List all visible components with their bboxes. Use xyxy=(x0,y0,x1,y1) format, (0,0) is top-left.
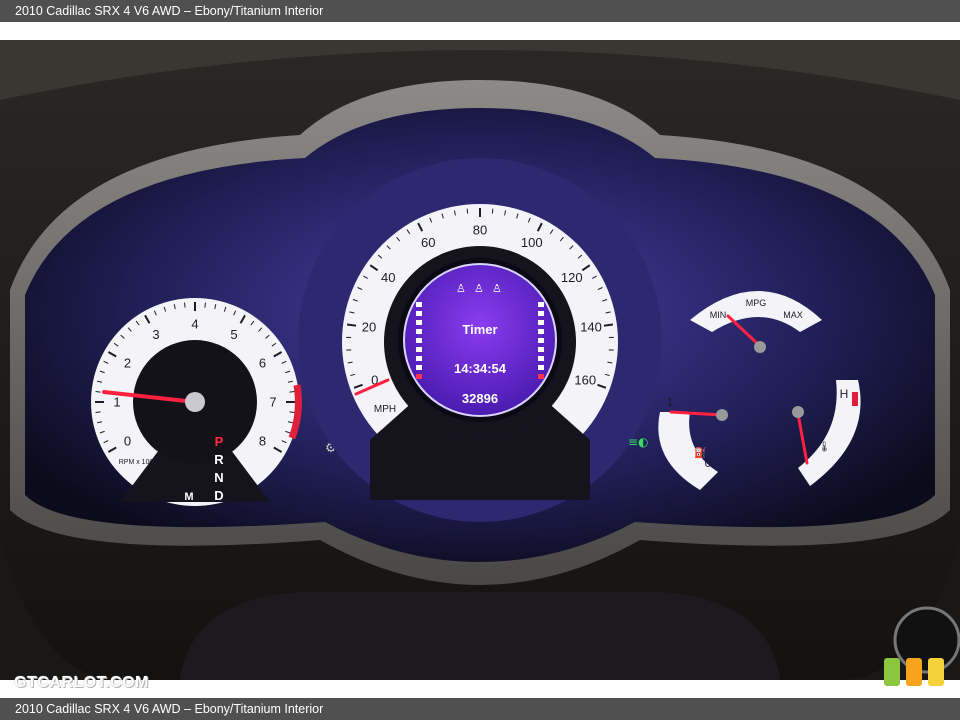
tach-unit-label: RPM x 1000 xyxy=(119,459,158,466)
tach-tick xyxy=(289,411,295,413)
gear-m-label: M xyxy=(184,491,193,503)
engine-start-button xyxy=(893,606,960,674)
coolant-temp-icon: 🌡 xyxy=(818,441,831,453)
lcd-gauge-bar xyxy=(538,338,544,343)
badge-yellow xyxy=(928,658,944,686)
lcd-gauge-bar xyxy=(416,356,422,361)
seatbelt-icon: ♙ xyxy=(492,282,502,295)
gear-n-label: N xyxy=(214,470,223,485)
lcd-gauge-bar xyxy=(416,311,422,316)
speed-tick xyxy=(603,323,613,327)
tach-tick xyxy=(204,302,206,308)
display-odometer: 32896 xyxy=(462,391,498,406)
mpg-max-label: MAX xyxy=(783,310,803,320)
mpg-hub xyxy=(754,341,766,353)
lcd-gauge-bar xyxy=(416,320,422,325)
lcd-gauge-bar xyxy=(416,347,422,352)
lcd-gauge-bar xyxy=(538,347,544,352)
tach-number-7: 7 xyxy=(269,394,276,409)
speed-number-100: 100 xyxy=(521,235,543,250)
tach-number-0: 0 xyxy=(124,433,131,448)
lcd-gauge-bar xyxy=(538,302,544,307)
lcd-gauge-bar xyxy=(416,302,422,307)
tach-tick xyxy=(184,302,186,308)
speed-unit-label: MPH xyxy=(374,404,396,415)
speed-number-60: 60 xyxy=(421,235,435,250)
headlight-indicator-icon: ≡◐ xyxy=(628,435,649,449)
tach-number-3: 3 xyxy=(152,327,159,342)
fuel-hub xyxy=(716,409,728,421)
caption-text: 2010 Cadillac SRX 4 V6 AWD – Ebony/Titan… xyxy=(15,4,324,18)
gear-p-label: P xyxy=(215,434,224,449)
lcd-gauge-bar xyxy=(416,365,422,370)
lcd-gauge-bar xyxy=(416,329,422,334)
tach-tick xyxy=(95,391,101,393)
speed-tick xyxy=(347,323,357,327)
tach-number-1: 1 xyxy=(113,394,120,409)
badge-orange xyxy=(906,658,922,686)
lcd-gauge-bar xyxy=(538,365,544,370)
gear-d-label: D xyxy=(214,488,223,503)
temp-hot-label: H xyxy=(840,387,849,401)
tach-tick xyxy=(95,411,101,413)
steering-wheel-hub xyxy=(180,592,780,680)
tach-hub xyxy=(185,392,205,412)
fuel-pump-icon: ⛽ xyxy=(694,446,706,459)
speed-number-160: 160 xyxy=(574,373,596,388)
lcd-gauge-bar xyxy=(538,356,544,361)
speed-number-20: 20 xyxy=(362,320,376,335)
lcd-gauge-bar xyxy=(416,374,422,379)
seatbelt-icon: ♙ xyxy=(474,282,484,295)
lcd-gauge-bar xyxy=(538,320,544,325)
lcd-gauge-bar xyxy=(538,311,544,316)
display-time: 14:34:54 xyxy=(454,361,507,376)
mpg-min-label: MIN xyxy=(710,310,727,320)
fuel-full-label: 1 xyxy=(667,395,674,409)
tach-number-4: 4 xyxy=(191,316,198,331)
lcd-gauge-bar xyxy=(538,329,544,334)
gear-r-label: R xyxy=(214,452,224,467)
lcd-gauge-bar xyxy=(538,374,544,379)
tach-tick xyxy=(289,391,295,393)
caption-text: 2010 Cadillac SRX 4 V6 AWD – Ebony/Titan… xyxy=(15,702,324,716)
tach-number-6: 6 xyxy=(259,355,266,370)
speed-number-40: 40 xyxy=(381,270,395,285)
display-title: Timer xyxy=(462,322,497,337)
caption-bar-top: 2010 Cadillac SRX 4 V6 AWD – Ebony/Titan… xyxy=(0,0,960,22)
speed-number-80: 80 xyxy=(473,222,487,237)
speed-number-120: 120 xyxy=(561,270,583,285)
temp-hub xyxy=(792,406,804,418)
instrument-cluster-photo: 012345678 RPM x 1000 P R N D M ⚙ 0 20 40 60… xyxy=(0,40,960,680)
watermark-logo: GTCARLOT.COM xyxy=(14,674,149,691)
tach-number-5: 5 xyxy=(230,327,237,342)
caption-bar-bottom: 2010 Cadillac SRX 4 V6 AWD – Ebony/Titan… xyxy=(0,698,960,720)
badge-green xyxy=(884,658,900,686)
speed-number-140: 140 xyxy=(580,320,602,335)
mpg-label: MPG xyxy=(746,298,767,308)
lcd-gauge-bar xyxy=(416,338,422,343)
tach-number-2: 2 xyxy=(124,355,131,370)
tach-number-8: 8 xyxy=(259,433,266,448)
seatbelt-icon: ♙ xyxy=(456,282,466,295)
